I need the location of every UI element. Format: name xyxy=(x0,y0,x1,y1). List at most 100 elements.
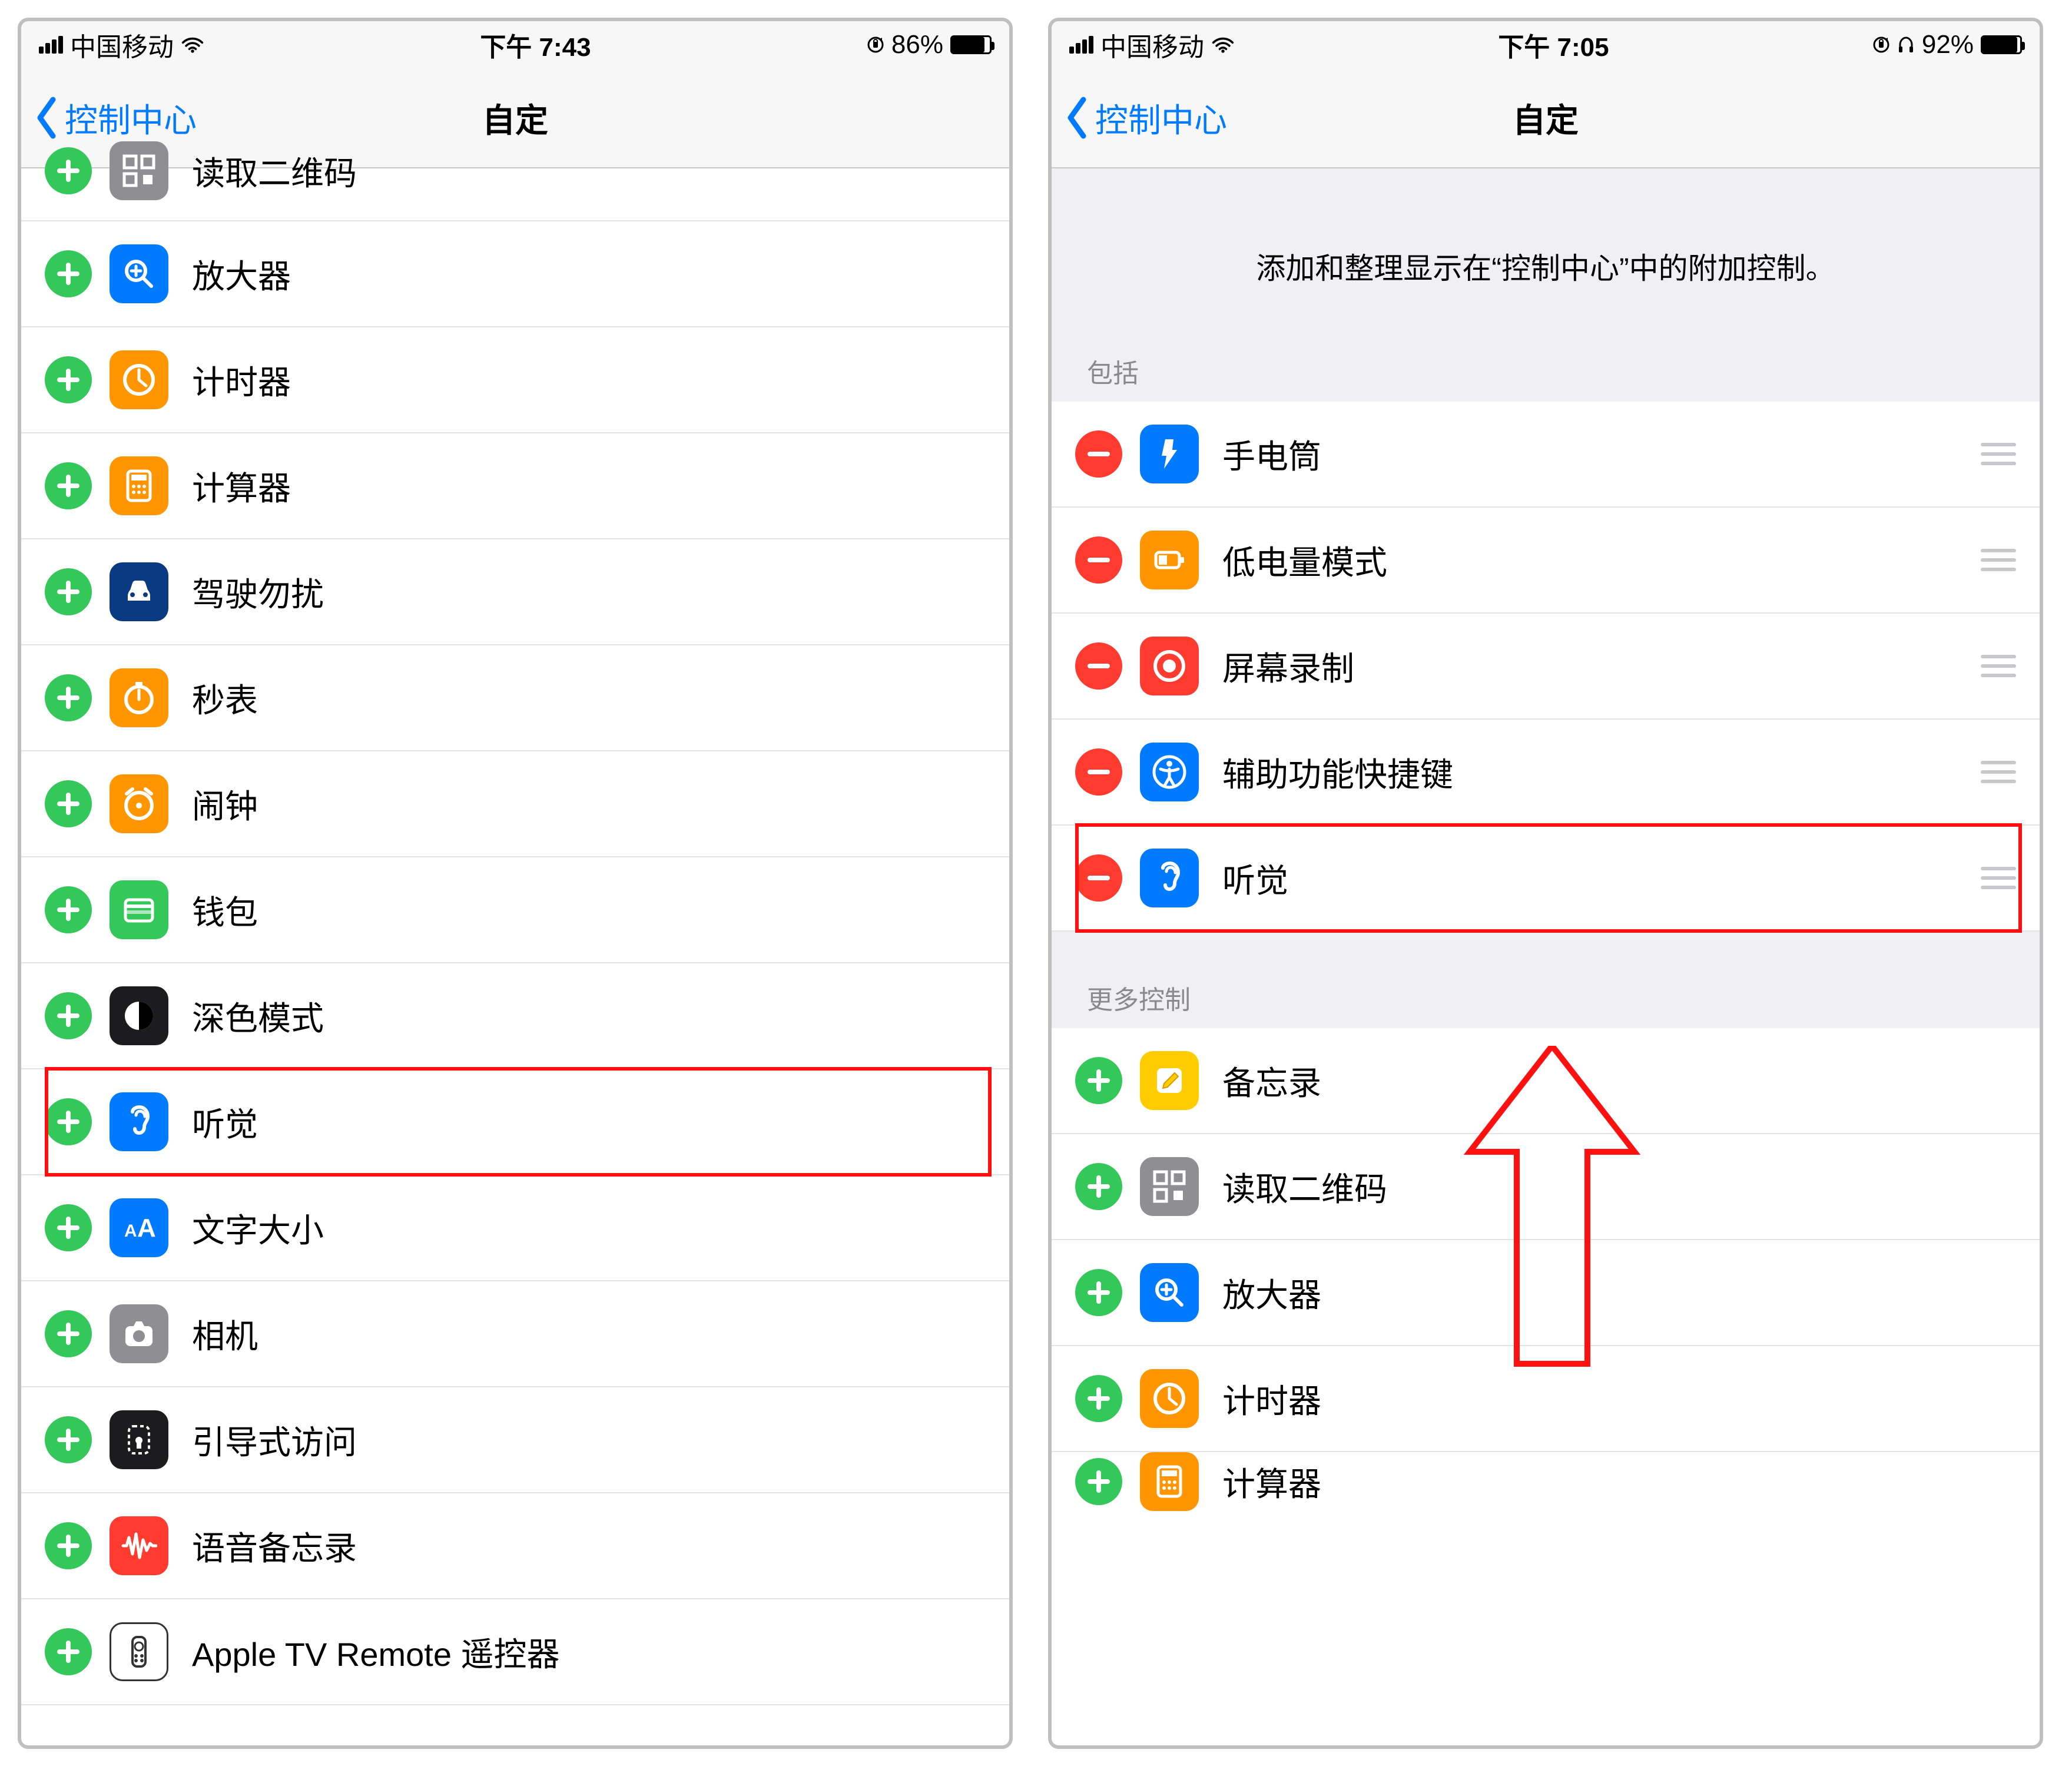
row-label: 引导式访问 xyxy=(192,1416,986,1464)
list-row[interactable]: 计时器 xyxy=(21,327,1009,433)
add-button[interactable] xyxy=(1075,1057,1122,1104)
list-row[interactable]: Apple TV Remote 遥控器 xyxy=(21,1599,1009,1705)
list-row[interactable]: 放大器 xyxy=(1052,1240,2040,1346)
lowpower-icon xyxy=(1140,531,1199,589)
add-button[interactable] xyxy=(45,1522,92,1569)
status-bar: 中国移动 下午 7:05 92% xyxy=(1052,21,2040,68)
signal-icon xyxy=(39,36,63,54)
darkmode-icon xyxy=(110,986,168,1045)
row-label: 钱包 xyxy=(192,886,986,934)
appletv-icon xyxy=(110,1622,168,1681)
orientation-lock-icon xyxy=(867,36,884,54)
row-label: 放大器 xyxy=(1222,1269,2016,1317)
add-button[interactable] xyxy=(45,462,92,509)
add-button[interactable] xyxy=(45,1310,92,1357)
battery-pct: 92% xyxy=(1922,30,1974,59)
remove-button[interactable] xyxy=(1075,536,1122,584)
back-button[interactable]: 控制中心 xyxy=(1063,68,1227,167)
more-controls-list[interactable]: 备忘录读取二维码放大器计时器计算器 xyxy=(1052,1028,2040,1511)
section-header-include: 包括 xyxy=(1052,334,2040,402)
row-label: 深色模式 xyxy=(192,992,986,1040)
included-list[interactable]: 手电筒低电量模式屏幕录制辅助功能快捷键听觉 xyxy=(1052,402,2040,932)
drag-handle-icon[interactable] xyxy=(1981,761,2016,783)
nav-bar: 控制中心 自定 xyxy=(1052,68,2040,168)
add-button[interactable] xyxy=(1075,1375,1122,1422)
back-label: 控制中心 xyxy=(1095,94,1227,142)
list-row[interactable]: 计时器 xyxy=(1052,1346,2040,1452)
add-button[interactable] xyxy=(45,1416,92,1463)
list-row[interactable]: 听觉 xyxy=(21,1069,1009,1175)
description-text: 添加和整理显示在“控制中心”中的附加控制。 xyxy=(1052,168,2040,334)
textsize-icon xyxy=(110,1198,168,1257)
add-button[interactable] xyxy=(45,568,92,615)
add-button[interactable] xyxy=(45,1204,92,1251)
remove-button[interactable] xyxy=(1075,642,1122,690)
stopwatch-icon xyxy=(110,668,168,727)
drag-handle-icon[interactable] xyxy=(1981,443,2016,465)
timer-icon xyxy=(110,350,168,409)
status-bar: 中国移动 下午 7:43 86% xyxy=(21,21,1009,68)
timer-icon xyxy=(1140,1369,1199,1428)
add-button[interactable] xyxy=(1075,1458,1122,1505)
list-row[interactable]: 低电量模式 xyxy=(1052,508,2040,614)
list-row[interactable]: 备忘录 xyxy=(1052,1028,2040,1134)
add-button[interactable] xyxy=(45,147,92,194)
add-button[interactable] xyxy=(1075,1269,1122,1316)
list-row[interactable]: 辅助功能快捷键 xyxy=(1052,720,2040,826)
add-button[interactable] xyxy=(45,886,92,933)
list-row[interactable]: 驾驶勿扰 xyxy=(21,539,1009,645)
add-button[interactable] xyxy=(45,780,92,827)
row-label: 相机 xyxy=(192,1310,986,1358)
status-time: 下午 7:05 xyxy=(1498,26,1609,64)
battery-pct: 86% xyxy=(891,30,943,59)
list-row[interactable]: 屏幕录制 xyxy=(1052,614,2040,720)
row-label: 听觉 xyxy=(192,1098,986,1146)
row-label: 听觉 xyxy=(1222,854,1981,902)
add-button[interactable] xyxy=(45,250,92,297)
voicememo-icon xyxy=(110,1516,168,1575)
list-row[interactable]: 放大器 xyxy=(21,221,1009,327)
list-row[interactable]: 相机 xyxy=(21,1281,1009,1387)
list-row[interactable]: 听觉 xyxy=(1052,826,2040,932)
record-icon xyxy=(1140,637,1199,695)
drag-handle-icon[interactable] xyxy=(1981,549,2016,571)
list-row[interactable]: 语音备忘录 xyxy=(21,1493,1009,1599)
add-button[interactable] xyxy=(1075,1163,1122,1210)
list-row[interactable]: 文字大小 xyxy=(21,1175,1009,1281)
remove-button[interactable] xyxy=(1075,854,1122,902)
chevron-left-icon xyxy=(1063,95,1090,141)
list-row[interactable]: 读取二维码 xyxy=(1052,1134,2040,1240)
list-row[interactable]: 钱包 xyxy=(21,857,1009,963)
list-row[interactable]: 秒表 xyxy=(21,645,1009,751)
chevron-left-icon xyxy=(33,95,60,141)
list-row[interactable]: 深色模式 xyxy=(21,963,1009,1069)
carrier-label: 中国移动 xyxy=(1100,26,1204,64)
remove-button[interactable] xyxy=(1075,430,1122,478)
page-title: 自定 xyxy=(482,94,548,142)
add-button[interactable] xyxy=(45,1098,92,1145)
add-button[interactable] xyxy=(45,992,92,1039)
add-button[interactable] xyxy=(45,356,92,403)
calculator-icon xyxy=(110,456,168,515)
calculator-icon xyxy=(1140,1452,1199,1511)
list-row[interactable]: 手电筒 xyxy=(1052,402,2040,508)
remove-button[interactable] xyxy=(1075,748,1122,796)
wallet-icon xyxy=(110,880,168,939)
orientation-lock-icon xyxy=(1872,36,1890,54)
drag-handle-icon[interactable] xyxy=(1981,867,2016,889)
more-controls-list[interactable]: 读取二维码放大器计时器计算器驾驶勿扰秒表闹钟钱包深色模式听觉文字大小相机引导式访… xyxy=(21,168,1009,1705)
back-label: 控制中心 xyxy=(65,94,197,142)
flashlight-icon xyxy=(1140,425,1199,483)
drag-handle-icon[interactable] xyxy=(1981,655,2016,677)
list-row[interactable]: 计算器 xyxy=(1052,1452,2040,1511)
list-row[interactable]: 计算器 xyxy=(21,433,1009,539)
add-button[interactable] xyxy=(45,674,92,721)
alarm-icon xyxy=(110,774,168,833)
ear-icon xyxy=(110,1092,168,1151)
row-label: 备忘录 xyxy=(1222,1057,2016,1105)
list-row[interactable]: 引导式访问 xyxy=(21,1387,1009,1493)
wifi-icon xyxy=(1211,36,1235,54)
list-row[interactable]: 读取二维码 xyxy=(21,168,1009,221)
add-button[interactable] xyxy=(45,1628,92,1675)
list-row[interactable]: 闹钟 xyxy=(21,751,1009,857)
